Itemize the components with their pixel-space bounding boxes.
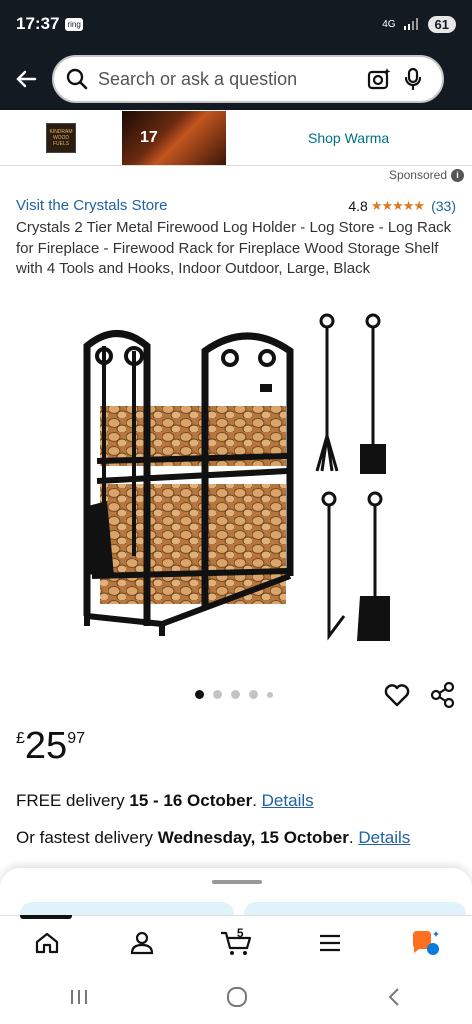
- carousel-dot[interactable]: [249, 690, 258, 699]
- cart-count: 5: [236, 925, 244, 940]
- fastest-delivery-info: Or fastest delivery Wednesday, 15 Octobe…: [16, 828, 410, 848]
- rating[interactable]: 4.8 ★★★★★ (33): [348, 198, 456, 214]
- price: £ 25 97: [16, 726, 85, 766]
- delivery-details-link[interactable]: Details: [262, 791, 314, 810]
- back-chevron-icon[interactable]: [384, 986, 404, 1008]
- banner-image[interactable]: 17: [122, 110, 226, 165]
- signal-icon: [403, 18, 418, 30]
- brand-logo: KINDRAM WOOD FUELS: [46, 122, 76, 153]
- search-icon: [66, 68, 88, 90]
- banner-image-text: 17: [140, 128, 158, 146]
- back-button[interactable]: [0, 53, 52, 105]
- share-icon: [430, 681, 455, 709]
- camera-sparkle-icon: [367, 68, 391, 90]
- network-label: 4G: [382, 18, 396, 30]
- home-circle-icon[interactable]: [225, 985, 249, 1009]
- carousel-dot[interactable]: [213, 690, 222, 699]
- info-icon: i: [451, 168, 464, 182]
- share-button[interactable]: [429, 681, 457, 709]
- carousel-dot[interactable]: [195, 690, 204, 699]
- back-arrow-icon: [16, 70, 37, 88]
- rufus-assistant-icon: [412, 931, 439, 955]
- fastest-delivery-date: Wednesday, 15 October: [157, 828, 349, 847]
- microphone-icon: [404, 67, 422, 91]
- carousel-dot[interactable]: [231, 690, 240, 699]
- ring-notification-icon: ring: [65, 17, 83, 31]
- status-icons: 4G 61: [382, 15, 456, 33]
- free-delivery-info: FREE delivery 15 - 16 October. Details: [16, 791, 314, 811]
- battery-indicator: 61: [427, 15, 456, 33]
- status-time: 17:37: [16, 14, 60, 33]
- price-fraction: 97: [67, 730, 85, 747]
- price-whole: 25: [24, 725, 68, 767]
- system-navigation: [0, 970, 472, 1024]
- sponsored-text: Sponsored: [388, 168, 447, 182]
- active-tab-indicator: [20, 914, 72, 919]
- free-delivery-suffix: .: [252, 791, 262, 810]
- search-header: [0, 48, 472, 110]
- log-rack: [83, 330, 294, 636]
- search-box[interactable]: [52, 55, 444, 103]
- product-image[interactable]: [72, 306, 412, 646]
- fastest-delivery-prefix: Or fastest delivery: [16, 828, 158, 847]
- free-delivery-dates: 15 - 16 October: [129, 791, 253, 810]
- sponsored-banner[interactable]: KINDRAM WOOD FUELS 17 Shop Warma: [0, 110, 472, 166]
- rating-value: 4.8: [348, 197, 368, 214]
- sheet-drag-handle[interactable]: [212, 880, 262, 884]
- home-icon: [36, 932, 59, 954]
- search-input[interactable]: [98, 68, 362, 90]
- shop-brand-link[interactable]: Shop Warma: [308, 130, 389, 146]
- store-rating-row: Visit the Crystals Store 4.8 ★★★★★ (33): [16, 197, 456, 214]
- camera-search-button[interactable]: [362, 62, 396, 96]
- nav-home[interactable]: [0, 914, 94, 971]
- image-carousel-dots[interactable]: [195, 690, 273, 699]
- heart-icon: [384, 684, 410, 707]
- status-bar: 17:37 ring 4G 61: [0, 0, 472, 48]
- free-delivery-prefix: FREE delivery: [16, 791, 130, 810]
- rating-count[interactable]: (33): [431, 198, 456, 214]
- fireplace-tools: [315, 313, 390, 641]
- nav-cart[interactable]: 5: [189, 916, 283, 971]
- nav-rufus[interactable]: [378, 916, 472, 971]
- nav-menu[interactable]: [283, 916, 377, 971]
- fastest-details-link[interactable]: Details: [358, 828, 410, 847]
- add-to-wishlist-button[interactable]: [383, 681, 411, 709]
- sponsored-label[interactable]: Sponsored i: [389, 168, 464, 182]
- fastest-delivery-suffix: .: [348, 828, 359, 847]
- star-rating-icon: ★★★★★: [370, 197, 425, 213]
- bottom-sheet[interactable]: [0, 868, 472, 918]
- price-currency: £: [16, 730, 25, 747]
- visit-store-link[interactable]: Visit the Crystals Store: [16, 197, 167, 214]
- nav-account[interactable]: [94, 916, 188, 971]
- menu-icon: [320, 934, 341, 952]
- bottom-navigation: 5: [0, 914, 472, 971]
- recent-apps-icon[interactable]: [68, 987, 90, 1007]
- voice-search-button[interactable]: [396, 62, 430, 96]
- product-title: Crystals 2 Tier Metal Firewood Log Holde…: [16, 219, 452, 277]
- account-icon: [130, 931, 153, 955]
- carousel-dot[interactable]: [267, 691, 273, 698]
